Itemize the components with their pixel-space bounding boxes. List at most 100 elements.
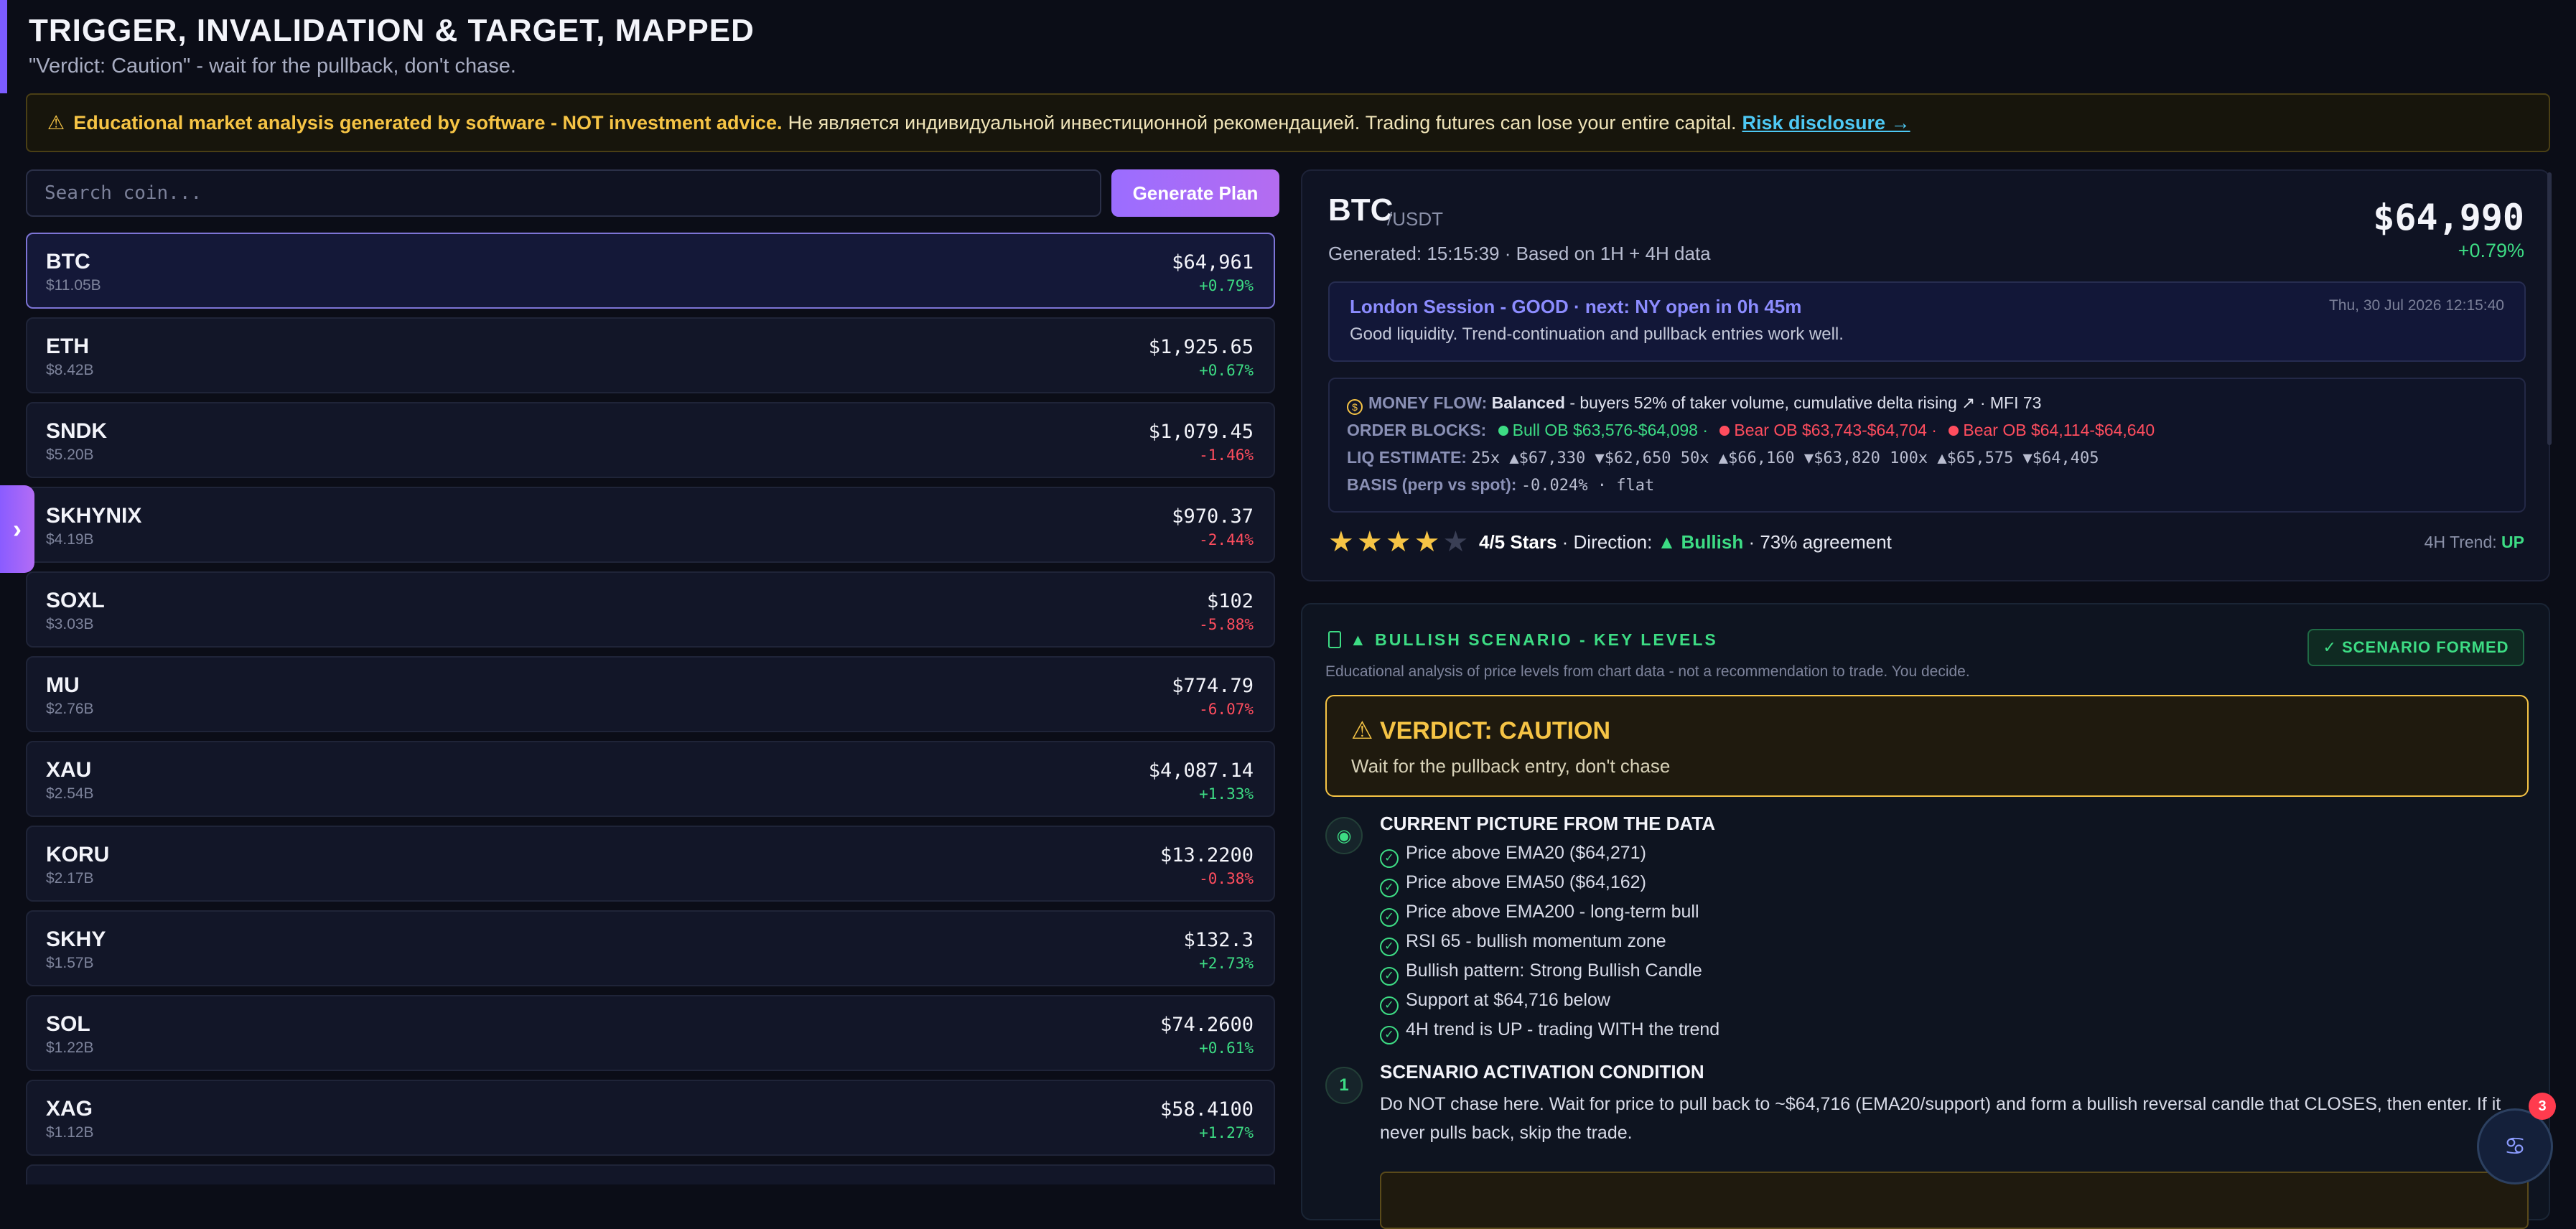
bear-ob-2: Bear OB $64,114-$64,640	[1963, 421, 2155, 439]
coin-price: $58.4100	[1159, 1098, 1254, 1121]
check-icon: ✓	[1380, 938, 1399, 956]
coin-row-sol[interactable]: SOL $1.22B $74.2600 +0.61%	[26, 995, 1275, 1071]
coin-change: +0.67%	[1199, 362, 1254, 379]
scenario-formed-badge: ✓ SCENARIO FORMED	[2307, 629, 2524, 666]
coin-change: -1.46%	[1199, 447, 1254, 464]
risk-disclaimer-banner: ⚠ Educational market analysis generated …	[26, 93, 2550, 152]
coin-row-eth[interactable]: ETH $8.42B $1,925.65 +0.67%	[26, 317, 1275, 393]
coin-row-xag[interactable]: XAG $1.12B $58.4100 +1.27%	[26, 1080, 1275, 1156]
selected-coin-change: +0.79%	[2458, 240, 2524, 261]
check-icon: ✓	[1380, 908, 1399, 927]
star-rating-icon: ★★★★★	[1328, 525, 1471, 559]
basis-line: BASIS (perp vs spot): -0.024% · flat	[1347, 475, 1654, 495]
notification-badge: 3	[2529, 1093, 2556, 1120]
sidebar-toggle-chevron-icon[interactable]: ›	[0, 485, 34, 573]
coin-change: -5.88%	[1199, 616, 1254, 633]
coin-price: $970.37	[1172, 505, 1254, 528]
coin-symbol: KORU	[46, 843, 110, 866]
coin-market-cap: $1.57B	[46, 955, 94, 971]
check-item: ✓ Price above EMA50 ($64,162)	[1380, 872, 1646, 897]
clipboard-icon	[1328, 631, 1341, 648]
rating-summary: 4/5 Stars · Direction: ▲ Bullish · 73% a…	[1479, 531, 1892, 553]
check-icon: ✓	[1380, 1026, 1399, 1045]
coin-row-xau[interactable]: XAU $2.54B $4,087.14 +1.33%	[26, 741, 1275, 817]
coin-price: $4,087.14	[1148, 760, 1254, 782]
scenario-heading: ▲ BULLISH SCENARIO - KEY LEVELS	[1328, 630, 1718, 650]
coin-market-cap: $3.03B	[46, 616, 94, 632]
coin-price: $132.3	[1183, 929, 1254, 951]
warning-icon: ⚠	[47, 111, 65, 134]
session-info: London Session - GOOD · next: NY open in…	[1328, 281, 2526, 362]
coin-price: $1,079.45	[1148, 421, 1254, 443]
coin-row-partial[interactable]	[26, 1164, 1275, 1184]
current-picture-title: CURRENT PICTURE FROM THE DATA	[1380, 813, 1716, 834]
check-item: ✓ Price above EMA20 ($64,271)	[1380, 843, 1646, 868]
coin-row-koru[interactable]: KORU $2.17B $13.2200 -0.38%	[26, 826, 1275, 902]
disclaimer-bold-text: Educational market analysis generated by…	[73, 111, 783, 134]
coin-market-cap: $8.42B	[46, 362, 94, 378]
trend-value: UP	[2501, 533, 2524, 551]
coin-icon: $	[1347, 399, 1363, 415]
page-header: TRIGGER, INVALIDATION & TARGET, MAPPED "…	[0, 0, 2576, 93]
order-blocks-line: ORDER BLOCKS: Bull OB $63,576-$64,098 · …	[1347, 421, 2155, 440]
check-icon: ✓	[1380, 996, 1399, 1015]
coin-row-skhy[interactable]: SKHY $1.57B $132.3 +2.73%	[26, 910, 1275, 986]
coin-market-cap: $1.12B	[46, 1124, 94, 1141]
basis-text: -0.024% · flat	[1521, 477, 1655, 495]
order-blocks-label: ORDER BLOCKS:	[1347, 421, 1487, 439]
coin-row-btc[interactable]: BTC $11.05B $64,961 +0.79%	[26, 233, 1275, 309]
activation-condition-title: SCENARIO ACTIVATION CONDITION	[1380, 1061, 1704, 1083]
coin-symbol: MU	[46, 673, 80, 697]
disclaimer-text: Не является индивидуальной инвестиционно…	[788, 111, 1737, 134]
coin-row-skhynix[interactable]: SKHYNIX $4.19B $970.37 -2.44%	[26, 487, 1275, 563]
coin-market-cap: $2.54B	[46, 785, 94, 802]
direction-label: · Direction:	[1562, 531, 1653, 553]
coin-market-cap: $2.76B	[46, 701, 94, 717]
coin-row-soxl[interactable]: SOXL $3.03B $102 -5.88%	[26, 571, 1275, 648]
page-subtitle: "Verdict: Caution" - wait for the pullba…	[29, 55, 516, 78]
coin-symbol: SKHYNIX	[46, 504, 142, 528]
coin-price: $774.79	[1172, 675, 1254, 697]
verdict-title: ⚠ VERDICT: CAUTION	[1351, 716, 1610, 745]
market-flow-box: $ MONEY FLOW: Balanced - buyers 52% of ta…	[1328, 378, 2526, 513]
money-flow-text: - buyers 52% of taker volume, cumulative…	[1569, 393, 2042, 412]
selected-coin-symbol: BTC	[1328, 192, 1394, 228]
coin-summary-card: BTC /USDT Generated: 15:15:39 · Based on…	[1301, 169, 2550, 581]
liq-text: 25x ▲$67,330 ▼$62,650 50x ▲$66,160 ▼$63,…	[1471, 449, 2099, 467]
panel-scrollbar[interactable]	[2547, 172, 2552, 445]
coin-symbol: XAU	[46, 758, 92, 782]
trend-label: 4H Trend:	[2424, 533, 2497, 551]
coin-change: -0.38%	[1199, 870, 1254, 887]
coin-symbol: SOXL	[46, 589, 105, 612]
coin-symbol: BTC	[46, 250, 90, 274]
coin-symbol: SNDK	[46, 419, 108, 443]
agreement-text: · 73% agreement	[1748, 531, 1892, 553]
coin-change: +0.61%	[1199, 1039, 1254, 1057]
money-flow-line: $ MONEY FLOW: Balanced - buyers 52% of ta…	[1347, 393, 2041, 415]
coin-price: $102	[1206, 590, 1254, 612]
session-date: Thu, 30 Jul 2026 12:15:40	[2328, 297, 2504, 314]
stars-empty: ★	[1442, 526, 1472, 558]
bear-ob-1: Bear OB $63,743-$64,704 ·	[1734, 421, 1937, 439]
coin-price: $13.2200	[1159, 844, 1254, 866]
money-flow-value: Balanced	[1491, 393, 1565, 412]
session-title: London Session - GOOD · next: NY open in…	[1350, 296, 1802, 317]
coin-row-sndk[interactable]: SNDK $5.20B $1,079.45 -1.46%	[26, 402, 1275, 478]
verdict-title-text: VERDICT: CAUTION	[1379, 717, 1611, 744]
coin-change: -2.44%	[1199, 531, 1254, 548]
session-description: Good liquidity. Trend-continuation and p…	[1350, 324, 1844, 344]
coin-row-mu[interactable]: MU $2.76B $774.79 -6.07%	[26, 656, 1275, 732]
check-item: ✓ RSI 65 - bullish momentum zone	[1380, 931, 1666, 956]
verdict-subtitle: Wait for the pullback entry, don't chase	[1351, 755, 1671, 777]
coin-list: BTC $11.05B $64,961 +0.79% ETH $8.42B $1…	[26, 233, 1277, 1184]
coin-price: $74.2600	[1159, 1014, 1254, 1036]
activation-condition-text: Do NOT chase here. Wait for price to pul…	[1380, 1094, 2501, 1143]
generate-plan-button[interactable]: Generate Plan	[1111, 169, 1279, 217]
risk-disclosure-link[interactable]: Risk disclosure →	[1742, 112, 1910, 134]
selected-coin-price: $64,990	[2373, 197, 2524, 238]
coin-change: +0.79%	[1199, 277, 1254, 294]
search-input[interactable]	[26, 169, 1101, 217]
coin-change: -6.07%	[1199, 701, 1254, 718]
bull-dot-icon	[1498, 426, 1508, 436]
check-item: ✓ 4H trend is UP - trading WITH the trend	[1380, 1019, 1719, 1045]
